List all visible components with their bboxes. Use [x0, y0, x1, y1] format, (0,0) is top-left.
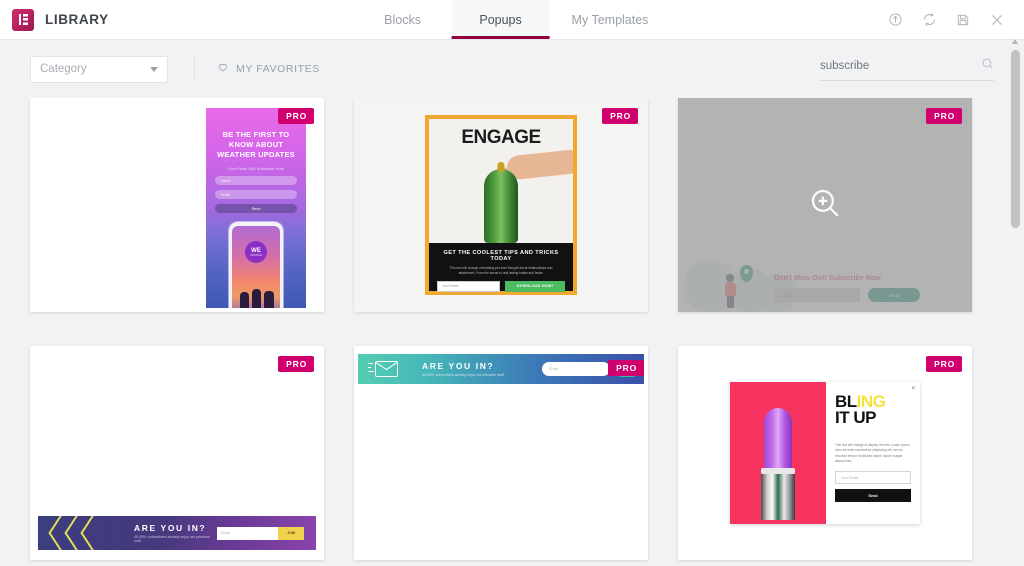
envelope-icon — [368, 359, 398, 379]
filter-toolbar: Category MY FAVORITES — [0, 40, 1024, 98]
engage-body: This text will change everything you eve… — [437, 262, 565, 276]
toolbar-divider — [194, 57, 195, 81]
search-input[interactable] — [820, 60, 981, 72]
template-card-weather-updates[interactable]: PRO BE THE FIRST TO KNOW ABOUT WEATHER U… — [30, 98, 324, 312]
engage-heading: GET THE COOLEST TIPS AND TRICKS TODAY — [437, 250, 565, 262]
tab-my-templates-label: My Templates — [572, 13, 649, 27]
pro-badge: PRO — [608, 360, 644, 376]
we-badge: WE UPDATES — [245, 241, 267, 263]
are-you-in-navy-email-field: Email — [217, 527, 278, 540]
category-dropdown-label: Category — [40, 63, 87, 75]
upload-icon[interactable] — [880, 5, 910, 35]
tab-blocks[interactable]: Blocks — [354, 0, 452, 39]
pro-badge: PRO — [926, 108, 962, 124]
are-you-in-teal-subtitle: 40,000+ subscribers already enjoy our pr… — [422, 371, 504, 377]
are-you-in-navy-join-button: JOIN — [278, 527, 304, 540]
tab-blocks-label: Blocks — [384, 13, 421, 27]
page-title: LIBRARY — [45, 12, 109, 27]
category-dropdown[interactable]: Category — [30, 56, 168, 83]
cactus-illustration — [484, 169, 518, 243]
library-header: LIBRARY Blocks Popups My Templates — [0, 0, 1024, 40]
template-card-engage[interactable]: PRO × ENGAGE GET THE COOLEST TIPS AND TR… — [354, 98, 648, 312]
tab-popups[interactable]: Popups — [452, 0, 550, 39]
chevron-down-icon — [150, 67, 158, 72]
lipstick-illustration — [760, 408, 796, 520]
weather-name-field: Name — [215, 176, 297, 185]
weather-popup-preview: BE THE FIRST TO KNOW ABOUT WEATHER UPDAT… — [206, 108, 306, 308]
elementor-logo-icon — [12, 9, 34, 31]
template-grid: PRO BE THE FIRST TO KNOW ABOUT WEATHER U… — [30, 98, 994, 560]
save-icon[interactable] — [948, 5, 978, 35]
my-favorites-button[interactable]: MY FAVORITES — [217, 60, 320, 78]
pro-badge: PRO — [602, 108, 638, 124]
weather-email-field: Email — [215, 190, 297, 199]
bling-it-up-preview: × BLING IT UP This text will change to d… — [730, 382, 920, 524]
brand: LIBRARY — [0, 0, 109, 39]
silhouette — [264, 291, 274, 308]
we-badge-sub: UPDATES — [250, 254, 262, 257]
template-card-dont-miss-out[interactable]: PRO Don't Miss Out! Subscribe Now Email … — [678, 98, 972, 312]
zoom-in-icon[interactable] — [808, 186, 842, 225]
are-you-in-teal-preview: ARE YOU IN? 40,000+ subscribers already … — [358, 354, 644, 384]
engage-email-field: Your Email — [437, 281, 500, 292]
template-card-are-you-in-teal[interactable]: PRO ARE YOU IN? 40,000+ subscribers alre… — [354, 346, 648, 560]
close-icon[interactable] — [982, 5, 1012, 35]
template-card-are-you-in-navy[interactable]: PRO ARE YOU IN? 40,000+ subscribers alre… — [30, 346, 324, 560]
tab-bar: Blocks Popups My Templates — [354, 0, 671, 39]
tab-popups-label: Popups — [479, 13, 521, 27]
search-box[interactable] — [820, 57, 994, 81]
are-you-in-navy-subtitle: 40,000+ subscribers already enjoy our pr… — [134, 533, 217, 543]
template-grid-wrapper: PRO BE THE FIRST TO KNOW ABOUT WEATHER U… — [0, 98, 1024, 566]
engage-popup-preview: × ENGAGE GET THE COOLEST TIPS AND TRICKS… — [354, 98, 648, 312]
are-you-in-teal-title: ARE YOU IN? — [422, 361, 504, 371]
template-card-bling-it-up[interactable]: PRO × BLING IT UP This text will change … — [678, 346, 972, 560]
pro-badge: PRO — [926, 356, 962, 372]
bling-send-button: Send — [835, 489, 911, 502]
my-favorites-label: MY FAVORITES — [236, 63, 320, 75]
scroll-up-icon[interactable] — [1012, 39, 1018, 44]
engage-title: ENGAGE — [429, 127, 573, 149]
arrow-graphic — [44, 516, 132, 550]
close-icon: × — [911, 386, 915, 392]
card-hover-overlay[interactable] — [678, 98, 972, 312]
pro-badge: PRO — [278, 108, 314, 124]
bling-title-part-c: IT UP — [835, 408, 876, 427]
are-you-in-navy-title: ARE YOU IN? — [134, 523, 217, 533]
scrollbar-thumb[interactable] — [1011, 50, 1020, 228]
engage-download-button: DOWNLOAD NOW! — [505, 281, 565, 292]
are-you-in-navy-preview: ARE YOU IN? 40,000+ subscribers already … — [38, 516, 316, 550]
pro-badge: PRO — [278, 356, 314, 372]
search-icon — [981, 57, 994, 75]
bling-body: This text will change to display the tex… — [835, 427, 911, 465]
silhouette — [240, 292, 249, 308]
tab-my-templates[interactable]: My Templates — [550, 0, 671, 39]
hand-illustration — [506, 150, 573, 181]
heart-icon — [217, 60, 229, 78]
bling-email-field: Your Email — [835, 471, 911, 484]
vertical-scrollbar[interactable] — [1011, 46, 1020, 560]
phone-mockup: WE UPDATES — [229, 222, 283, 308]
silhouette — [252, 289, 261, 308]
weather-send-button: Send — [215, 204, 297, 213]
are-you-in-teal-email-field: Email — [542, 362, 610, 376]
weather-popup-subtitle: Don't Miss Out! Subscribe Now — [206, 160, 306, 171]
sync-icon[interactable] — [914, 5, 944, 35]
header-actions — [880, 0, 1024, 39]
